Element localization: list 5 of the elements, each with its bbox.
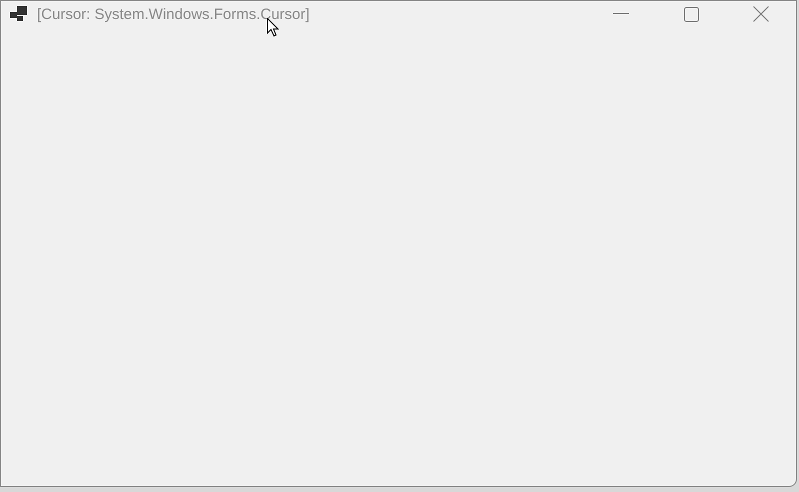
window-icon xyxy=(10,6,28,22)
window-title: [Cursor: System.Windows.Forms.Cursor] xyxy=(37,6,310,22)
maximize-icon xyxy=(684,6,698,22)
close-icon xyxy=(753,6,769,22)
minimize-icon xyxy=(613,13,629,15)
